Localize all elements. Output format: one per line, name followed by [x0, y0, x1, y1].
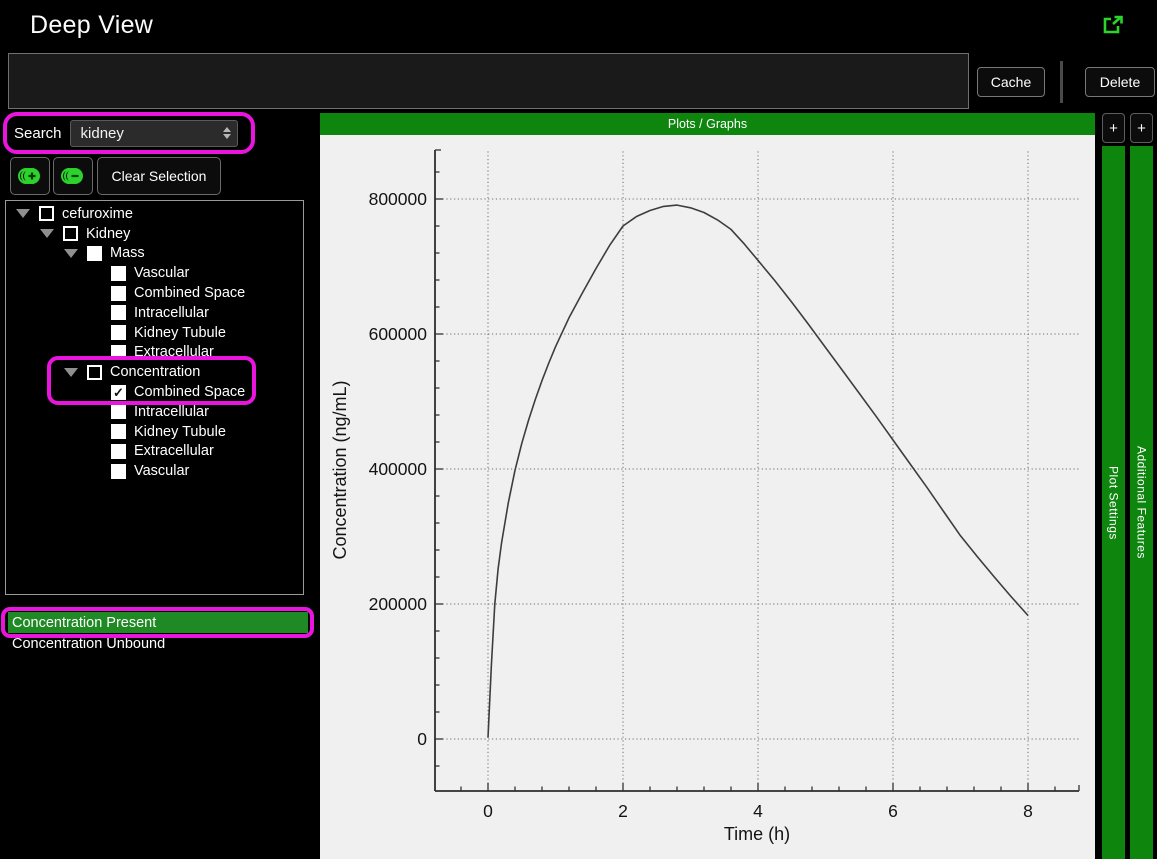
deep-view-window: Deep View Cache Delete Search kidney [0, 0, 1157, 859]
checkbox-unchecked[interactable] [111, 286, 126, 301]
toolbar-divider [1060, 61, 1063, 103]
remove-layers-button[interactable] [53, 157, 93, 195]
tree-item-label: Kidney [86, 226, 130, 242]
tab-plot-settings[interactable]: Plot Settings [1102, 146, 1125, 859]
checkbox-checked[interactable]: ✓ [111, 385, 126, 400]
tree-item-label: Combined Space [134, 384, 245, 400]
tree-item[interactable]: Extracellular [6, 442, 303, 462]
list-item[interactable]: Concentration Present [8, 612, 308, 633]
checkbox-unchecked[interactable] [111, 305, 126, 320]
svg-text:600000: 600000 [369, 324, 428, 344]
add-layers-icon [17, 164, 43, 188]
add-plot-settings-button[interactable]: + [1102, 113, 1125, 143]
tree-item[interactable]: Intracellular [6, 303, 303, 323]
svg-text:800000: 800000 [369, 189, 428, 209]
tree-item[interactable]: Kidney [6, 224, 303, 244]
tree-item-label: Concentration [110, 364, 200, 380]
page-title: Deep View [30, 11, 153, 40]
side-tab-label: Additional Features [1135, 446, 1149, 559]
tree-item[interactable]: ✓ Combined Space [6, 382, 303, 402]
checkbox-unchecked[interactable] [87, 246, 102, 261]
cache-button[interactable]: Cache [977, 67, 1045, 97]
search-label: Search [14, 125, 62, 142]
tree-item-label: Extracellular [134, 344, 214, 360]
tree-item-label: Combined Space [134, 285, 245, 301]
tree-item-label: Intracellular [134, 404, 209, 420]
y-axis-title: Concentration (ng/mL) [330, 380, 350, 559]
axis-ticks [435, 172, 1055, 791]
tree-item-label: Kidney Tubule [134, 424, 226, 440]
expander-triangle-icon[interactable] [64, 249, 78, 258]
concentration-time-chart: 0 2 4 6 8 0 200000 400000 600000 800000 Time (h) Co… [320, 135, 1095, 859]
svg-text:2: 2 [618, 801, 628, 821]
tree-item-label: Kidney Tubule [134, 325, 226, 341]
tree-item[interactable]: Combined Space [6, 283, 303, 303]
delete-button[interactable]: Delete [1085, 67, 1155, 97]
add-layers-button[interactable] [10, 157, 50, 195]
svg-text:4: 4 [753, 801, 763, 821]
svg-text:200000: 200000 [369, 594, 428, 614]
axes [435, 150, 1079, 791]
species-tree-panel: cefuroxime Kidney Mass Vascular Combined Spa… [5, 200, 304, 595]
tree-item[interactable]: Vascular [6, 461, 303, 481]
checkbox-unchecked[interactable] [111, 345, 126, 360]
svg-text:8: 8 [1023, 801, 1033, 821]
tree-item[interactable]: Extracellular [6, 343, 303, 363]
tab-additional-features[interactable]: Additional Features [1130, 146, 1153, 859]
tree-item-label: Vascular [134, 265, 189, 281]
tree-item[interactable]: Concentration [6, 362, 303, 382]
notes-input[interactable] [8, 53, 969, 109]
tree-item-label: Vascular [134, 463, 189, 479]
checkbox-partial[interactable] [63, 226, 78, 241]
tree-item-label: Extracellular [134, 443, 214, 459]
tree-item[interactable]: Mass [6, 244, 303, 264]
tree-item-label: cefuroxime [62, 206, 133, 222]
search-annotation-ring: Search kidney [3, 112, 255, 154]
tree-item-label: Mass [110, 245, 145, 261]
side-tab-label: Plot Settings [1107, 466, 1121, 540]
search-input[interactable]: kidney [70, 120, 238, 147]
plot-area: 0 2 4 6 8 0 200000 400000 600000 800000 Time (h) Co… [320, 135, 1095, 859]
gridlines [435, 150, 1079, 791]
tree-item[interactable]: Vascular [6, 263, 303, 283]
add-additional-features-button[interactable]: + [1130, 113, 1153, 143]
checkbox-partial[interactable] [87, 365, 102, 380]
open-external-icon[interactable] [1102, 15, 1124, 35]
expander-triangle-icon[interactable] [64, 368, 78, 377]
svg-text:0: 0 [483, 801, 493, 821]
tree-item[interactable]: Kidney Tubule [6, 323, 303, 343]
x-axis-title: Time (h) [724, 824, 790, 844]
tree-item[interactable]: Intracellular [6, 402, 303, 422]
checkbox-unchecked[interactable] [111, 444, 126, 459]
checkbox-unchecked[interactable] [111, 325, 126, 340]
list-item[interactable]: Concentration Unbound [8, 633, 308, 654]
checkbox-partial[interactable] [39, 206, 54, 221]
checkbox-unchecked[interactable] [111, 404, 126, 419]
tree-item-label: Intracellular [134, 305, 209, 321]
plots-graphs-header: Plots / Graphs [320, 113, 1095, 135]
checkbox-unchecked[interactable] [111, 424, 126, 439]
svg-text:6: 6 [888, 801, 898, 821]
remove-layers-icon [60, 164, 86, 188]
clear-selection-button[interactable]: Clear Selection [97, 157, 221, 195]
svg-text:0: 0 [417, 729, 427, 749]
expander-triangle-icon[interactable] [40, 229, 54, 238]
search-value: kidney [81, 125, 223, 142]
tree-item[interactable]: cefuroxime [6, 204, 303, 224]
tree-item[interactable]: Kidney Tubule [6, 422, 303, 442]
checkbox-unchecked[interactable] [111, 464, 126, 479]
concentration-type-list: Concentration PresentConcentration Unbou… [8, 612, 308, 654]
combobox-spinner-icon[interactable] [223, 127, 231, 139]
checkbox-unchecked[interactable] [111, 266, 126, 281]
svg-text:400000: 400000 [369, 459, 428, 479]
expander-triangle-icon[interactable] [16, 209, 30, 218]
